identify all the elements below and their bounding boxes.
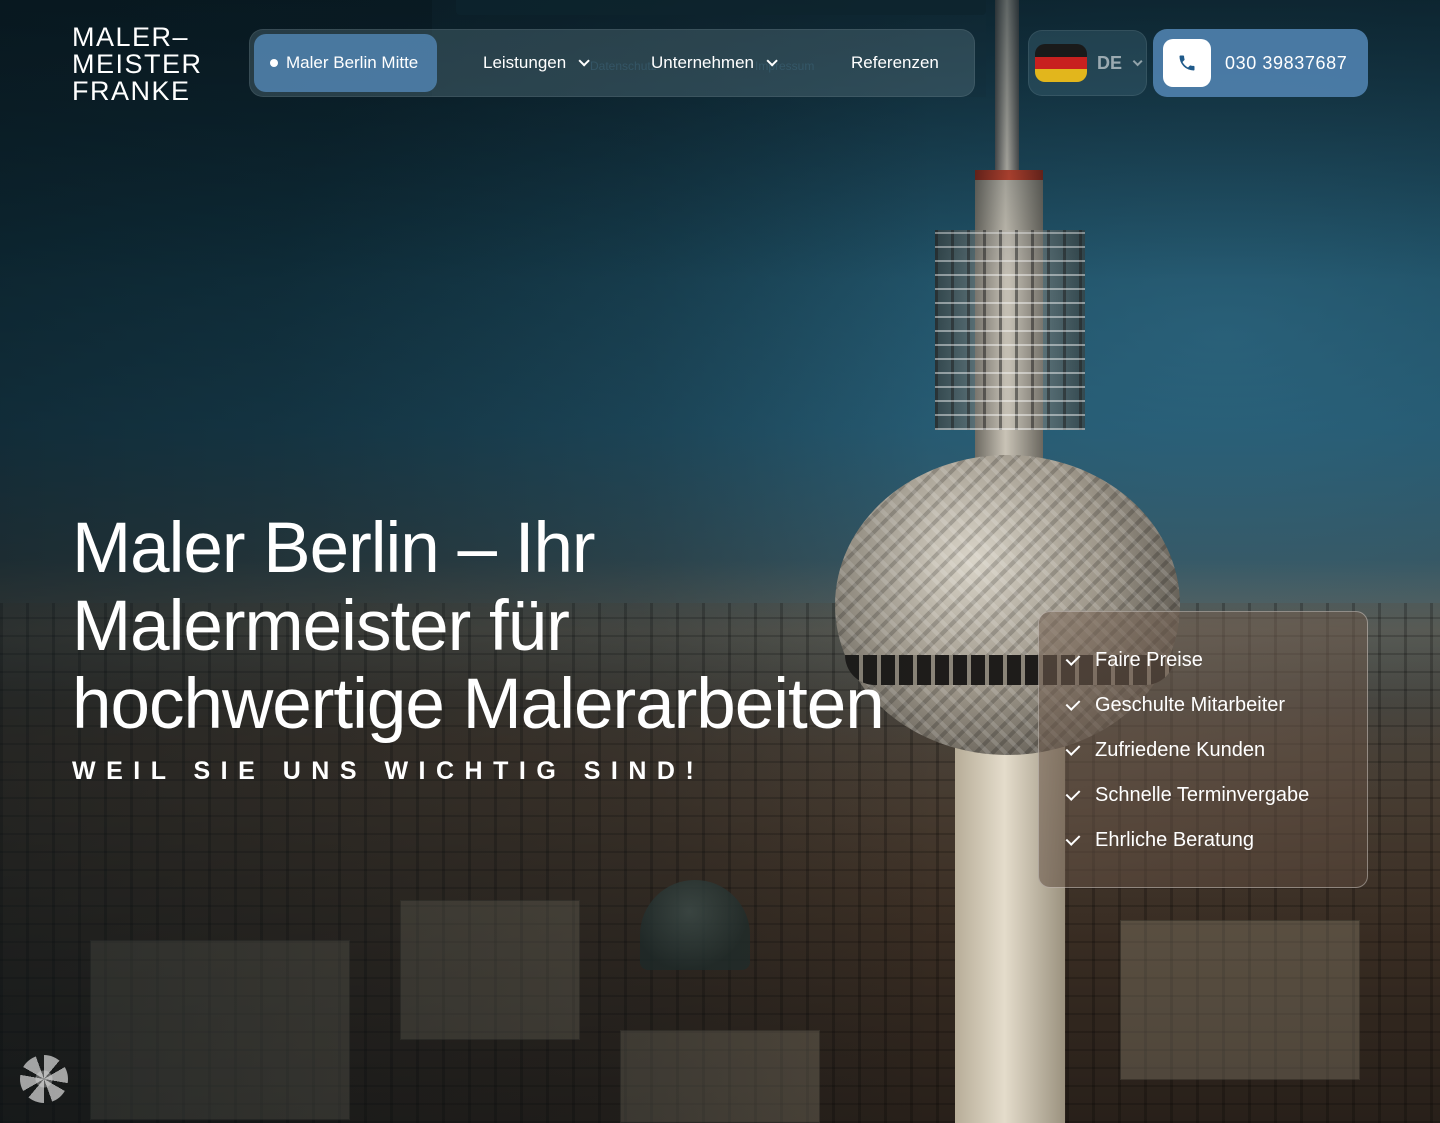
nav-item-label: Maler Berlin Mitte	[286, 53, 419, 72]
flag-stripe	[1035, 69, 1087, 82]
feature-item: Zufriedene Kunden	[1065, 728, 1367, 773]
logo-line: MALER–	[72, 22, 190, 52]
feature-item: Geschulte Mitarbeiter	[1065, 683, 1367, 728]
logo-line: MEISTER	[72, 49, 203, 79]
flag-stripe	[1035, 56, 1087, 70]
phone-icon	[1163, 39, 1211, 87]
feature-item: Ehrliche Beratung	[1065, 818, 1367, 863]
feature-label: Faire Preise	[1095, 649, 1203, 671]
active-dot-icon	[270, 59, 278, 67]
nav-item-referenzen[interactable]: Referenzen	[851, 34, 939, 92]
check-icon	[1065, 831, 1081, 846]
nav-item-label: Referenzen	[851, 53, 939, 72]
logo-line: FRANKE	[72, 76, 191, 106]
check-icon	[1065, 696, 1081, 711]
hero-subtitle: WEIL SIE UNS WICHTIG SIND!	[72, 757, 705, 785]
check-icon	[1065, 786, 1081, 801]
phone-number: 030 39837687	[1225, 52, 1348, 73]
check-icon	[1065, 741, 1081, 756]
flag-stripe	[1035, 44, 1087, 57]
ghost-link-datenschutz: Datenschutz	[590, 59, 657, 73]
feature-label: Schnelle Terminvergabe	[1095, 784, 1310, 806]
feature-label: Zufriedene Kunden	[1095, 739, 1266, 761]
nav-item-label: Leistungen	[483, 53, 567, 72]
hero-title-line: Maler Berlin – Ihr	[72, 509, 596, 588]
site-logo[interactable]: MALER– MEISTER FRANKE	[72, 24, 203, 105]
nav-ghost-bar	[456, 0, 986, 15]
cookie-settings-icon[interactable]	[20, 1055, 68, 1103]
chevron-down-icon	[1132, 55, 1143, 66]
feature-item: Schnelle Terminvergabe	[1065, 773, 1367, 818]
check-icon	[1065, 651, 1081, 666]
nav-item-maler-berlin-mitte[interactable]: Maler Berlin Mitte	[254, 34, 437, 92]
features-card: Faire Preise Geschulte Mitarbeiter Zufri…	[1038, 611, 1368, 888]
feature-item: Faire Preise	[1065, 638, 1367, 683]
language-code: DE	[1097, 52, 1123, 73]
hero-title: Maler Berlin – Ihr Malermeister für hoch…	[72, 510, 1032, 744]
german-flag-icon	[1035, 44, 1087, 82]
hero-title-line: hochwertige Malerarbeiten	[72, 665, 885, 744]
phone-button[interactable]: 030 39837687	[1153, 29, 1368, 97]
feature-label: Ehrliche Beratung	[1095, 829, 1254, 851]
feature-label: Geschulte Mitarbeiter	[1095, 694, 1286, 716]
nav-item-leistungen[interactable]: Leistungen	[483, 34, 590, 92]
language-selector[interactable]: DE	[1028, 30, 1147, 96]
hero-title-line: Malermeister für	[72, 587, 570, 666]
nav-item-label: Unternehmen	[651, 53, 755, 72]
nav-item-unternehmen[interactable]: Unternehmen	[651, 34, 778, 92]
